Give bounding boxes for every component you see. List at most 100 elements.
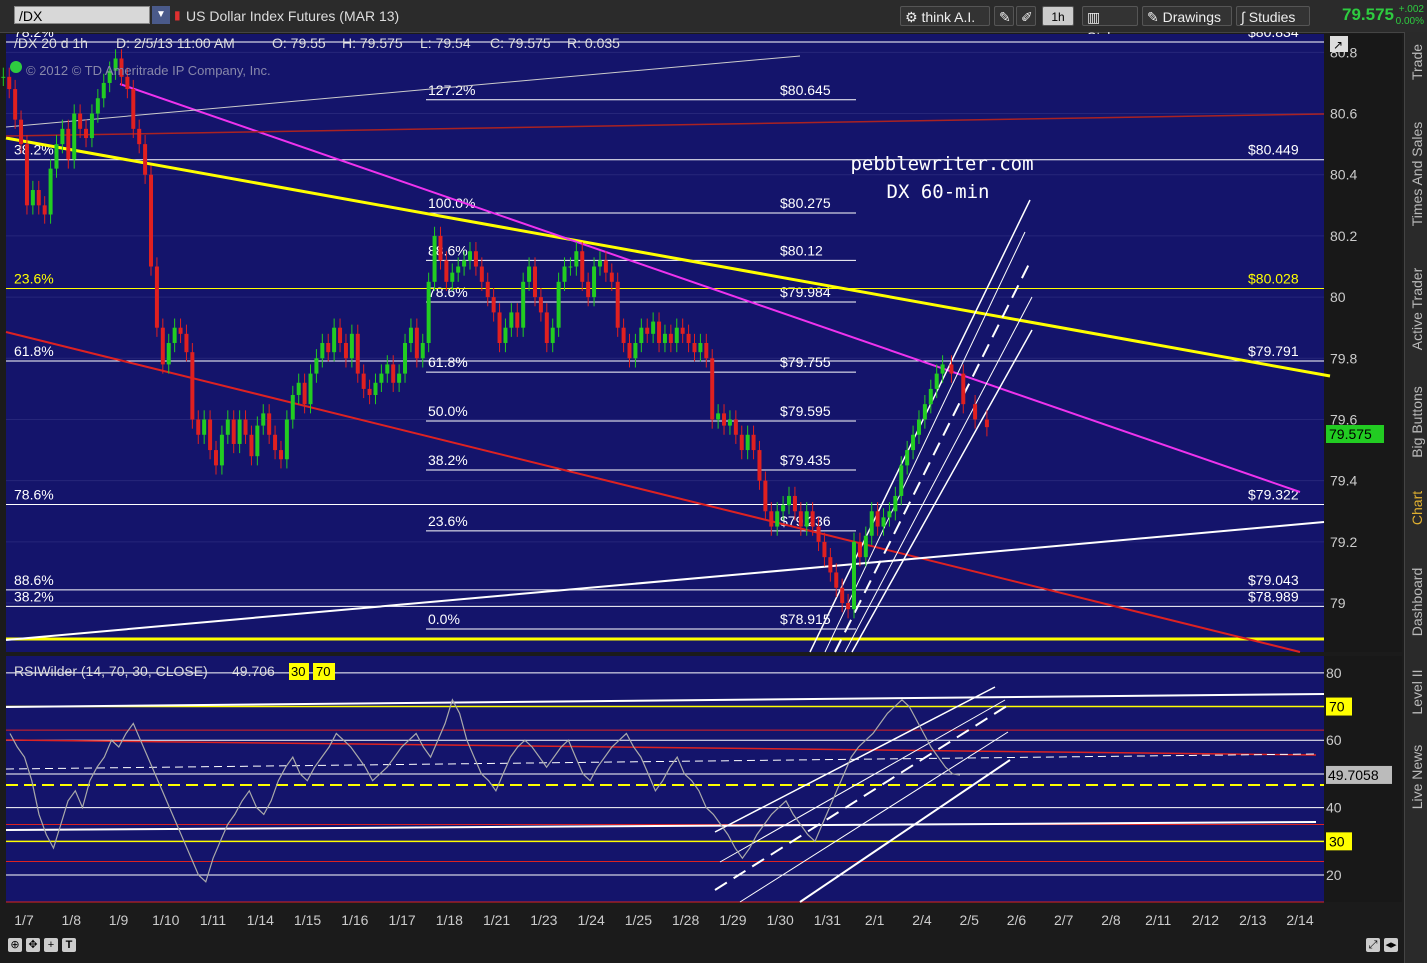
cursor-icon[interactable]: +	[44, 938, 58, 952]
candle-body	[438, 235, 443, 261]
candle-body	[863, 535, 868, 558]
rsi-tick-label: 60	[1326, 732, 1342, 748]
pan-icon[interactable]: ✥	[26, 938, 40, 952]
sidebar-tab-live-news[interactable]: Live News	[1405, 732, 1427, 822]
sidebar-tab-times-and-sales[interactable]: Times And Sales	[1405, 104, 1427, 244]
time-tick-label: 1/9	[109, 912, 129, 928]
drawings-button[interactable]: ✎ Drawings	[1142, 6, 1232, 26]
candle-body	[627, 343, 632, 359]
candle-body	[202, 419, 207, 435]
candle-body	[196, 419, 201, 435]
symbol-input[interactable]: /DX	[14, 6, 150, 24]
candle-body	[391, 364, 396, 383]
favorite-icon[interactable]: ▮	[174, 8, 181, 22]
rsi-title: RSIWilder (14, 70, 30, CLOSE)	[14, 663, 208, 679]
candle-body	[745, 434, 750, 451]
candle-body	[1, 76, 6, 78]
candle-body	[822, 541, 827, 558]
time-tick-label: 1/24	[577, 912, 604, 928]
sidebar-tab-dashboard[interactable]: Dashboard	[1405, 552, 1427, 652]
candle-body	[928, 388, 933, 405]
fib-level-percent: 23.6%	[428, 513, 468, 529]
fib-level-price: $80.449	[1248, 142, 1299, 158]
candle-body	[828, 557, 833, 573]
sidebar-tab-level-ii[interactable]: Level II	[1405, 662, 1427, 722]
sidebar-tab-big-buttons[interactable]: Big Buttons	[1405, 372, 1427, 472]
candle-body	[846, 603, 851, 610]
fib-level-price: $79.755	[780, 354, 831, 370]
candle-body	[662, 333, 667, 343]
price-tick-label: 79.2	[1330, 534, 1357, 550]
price-chart[interactable]: 127.2% $80.645 100.0% $80.275 88.6% $80.12 78.…	[0, 32, 1404, 933]
rsi-tick-label: 20	[1326, 867, 1342, 883]
candle-body	[160, 327, 165, 365]
net-change: +.002	[1398, 4, 1424, 15]
candle-body	[792, 495, 797, 512]
sidebar-tab-trade[interactable]: Trade	[1405, 32, 1427, 92]
candle-body	[875, 511, 880, 527]
time-tick-label: 2/6	[1007, 912, 1027, 928]
crosshair-tool-button[interactable]: ✎	[994, 6, 1014, 26]
candle-body	[397, 373, 402, 383]
candle-body	[645, 327, 650, 334]
scroll-arrows-icon[interactable]: ◂▸	[1384, 938, 1398, 952]
bar-range: R: 0.035	[567, 35, 620, 51]
candle-body	[527, 266, 532, 282]
fib-level-percent: 50.0%	[428, 403, 468, 419]
candle-body	[373, 382, 378, 396]
expand-icon[interactable]: ⤢	[1366, 938, 1380, 952]
candle-body	[219, 434, 224, 466]
style-button[interactable]: ▥ Style	[1082, 6, 1138, 45]
fib-level-percent: 61.8%	[428, 354, 468, 370]
candle-body	[698, 343, 703, 353]
candle-body	[131, 89, 136, 129]
price-tick-label: 80	[1330, 289, 1346, 305]
candle-body	[515, 312, 520, 328]
candle-body	[580, 251, 585, 282]
candle-body	[686, 333, 691, 343]
candle-body	[621, 327, 626, 343]
candle-body	[491, 297, 496, 313]
right-sidebar: Trade Times And Sales Active Trader Big …	[1404, 32, 1427, 963]
chart-symbol-period: /DX 20 d 1h	[14, 35, 88, 51]
candle-body	[290, 395, 295, 420]
think-ai-button[interactable]: ⚙ think A.I.	[900, 6, 990, 26]
think-ai-label: think A.I.	[921, 9, 976, 25]
rsi-tick-label: 40	[1326, 800, 1342, 816]
candle-body	[597, 260, 602, 267]
time-tick-label: 1/29	[719, 912, 746, 928]
candle-body	[208, 419, 213, 451]
candle-body	[332, 327, 337, 353]
candle-body	[343, 343, 348, 359]
sidebar-tab-label: Big Buttons	[1408, 386, 1425, 458]
time-tick-label: 1/31	[814, 912, 841, 928]
candle-body	[521, 281, 526, 328]
sidebar-tab-label: Level II	[1408, 669, 1425, 715]
price-tick-label: 79.8	[1330, 350, 1357, 366]
zoom-icon[interactable]: ⊕	[8, 938, 22, 952]
candle-body	[84, 128, 89, 139]
studies-button[interactable]: ∫ Studies	[1236, 6, 1310, 26]
candle-body	[615, 281, 620, 328]
fib-level-price: $80.645	[780, 82, 831, 98]
time-tick-label: 2/5	[959, 912, 979, 928]
fib-level-price: $80.275	[780, 195, 831, 211]
candle-body	[166, 343, 171, 365]
drawing-tool-button[interactable]: ✐	[1016, 6, 1036, 26]
bar-low: L: 79.54	[420, 35, 471, 51]
candle-body	[149, 174, 154, 267]
candle-body	[739, 434, 744, 451]
text-tool-icon[interactable]: T	[62, 938, 76, 952]
candle-body	[420, 343, 425, 359]
time-tick-label: 2/13	[1239, 912, 1266, 928]
candle-body	[78, 113, 83, 129]
candle-body	[403, 343, 408, 374]
sidebar-tab-chart[interactable]: Chart	[1405, 478, 1427, 538]
symbol-dropdown-icon[interactable]: ▼	[152, 6, 170, 24]
candle-body	[674, 327, 679, 343]
candle-body	[592, 266, 597, 298]
sidebar-tab-active-trader[interactable]: Active Trader	[1405, 254, 1427, 364]
candle-body	[810, 511, 815, 527]
interval-button[interactable]: 1h	[1042, 6, 1074, 26]
fib-level-price: $80.12	[780, 242, 823, 258]
